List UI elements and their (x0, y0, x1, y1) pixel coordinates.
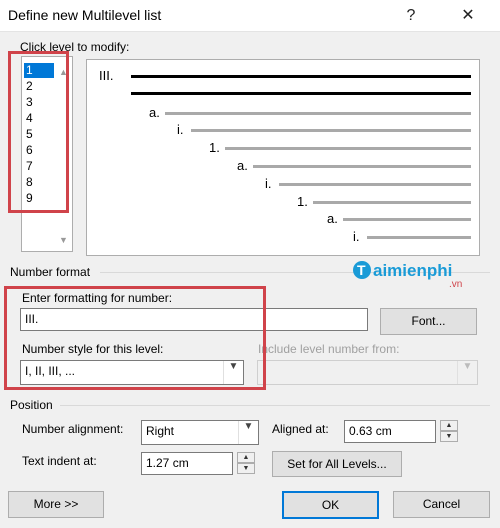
spin-up-icon[interactable]: ▲ (237, 452, 255, 463)
preview-label: a. (149, 105, 160, 120)
taimienphi-logo: T aimienphi .vn (352, 256, 482, 293)
number-alignment-select[interactable]: Right ▼ (141, 420, 259, 445)
preview-line (165, 112, 471, 115)
aligned-at-label: Aligned at: (272, 422, 329, 436)
preview-label: a. (327, 211, 338, 226)
spin-down-icon[interactable]: ▼ (237, 463, 255, 474)
title-bar: Define new Multilevel list ? ✕ (0, 0, 500, 32)
highlight-box-levels (8, 51, 69, 213)
number-alignment-label: Number alignment: (22, 422, 124, 436)
position-group-label: Position (10, 398, 53, 412)
number-alignment-value: Right (146, 424, 175, 438)
chevron-down-icon[interactable]: ▼ (238, 421, 258, 444)
scroll-down-icon[interactable]: ▼ (56, 233, 71, 247)
cancel-button[interactable]: Cancel (393, 491, 490, 518)
preview-label: i. (265, 176, 272, 191)
logo-graphic: T aimienphi .vn (353, 261, 462, 290)
text-indent-label: Text indent at: (22, 454, 97, 468)
window-title: Define new Multilevel list (8, 7, 162, 23)
highlight-box-number-format (4, 286, 266, 390)
preview-line (279, 183, 471, 186)
preview-line (313, 201, 471, 204)
preview-line (131, 92, 471, 95)
svg-text:.vn: .vn (449, 279, 462, 290)
set-all-levels-button[interactable]: Set for All Levels... (272, 451, 402, 477)
preview-label: i. (353, 229, 360, 244)
preview-line (253, 165, 471, 168)
preview-label: III. (99, 68, 114, 83)
preview-line (343, 218, 471, 221)
preview-line (225, 147, 471, 150)
spin-down-icon[interactable]: ▼ (440, 431, 458, 442)
aligned-at-input[interactable]: 0.63 cm (344, 420, 436, 443)
more-button[interactable]: More >> (8, 491, 104, 518)
preview-line (367, 236, 471, 239)
svg-text:aimienphi: aimienphi (373, 261, 452, 280)
group-divider (60, 405, 490, 406)
text-indent-input[interactable]: 1.27 cm (141, 452, 233, 475)
help-button[interactable]: ? (397, 4, 425, 28)
preview-pane: III. a. i. 1. a. i. 1. a. i. (86, 59, 480, 256)
preview-line (131, 75, 471, 78)
include-level-select[interactable]: ▼ (257, 360, 478, 385)
svg-text:T: T (357, 262, 366, 278)
preview-line (191, 129, 471, 132)
font-button[interactable]: Font... (380, 308, 477, 335)
include-level-label: Include level number from: (258, 342, 400, 356)
number-format-group-label: Number format (10, 265, 91, 279)
text-indent-spinner[interactable]: ▲ ▼ (237, 452, 255, 474)
chevron-down-icon[interactable]: ▼ (457, 361, 477, 384)
ok-button[interactable]: OK (282, 491, 379, 519)
preview-label: 1. (209, 140, 220, 155)
spin-up-icon[interactable]: ▲ (440, 420, 458, 431)
close-button[interactable]: ✕ (454, 4, 482, 28)
preview-label: i. (177, 122, 184, 137)
aligned-at-spinner[interactable]: ▲ ▼ (440, 420, 458, 442)
preview-label: 1. (297, 194, 308, 209)
preview-label: a. (237, 158, 248, 173)
